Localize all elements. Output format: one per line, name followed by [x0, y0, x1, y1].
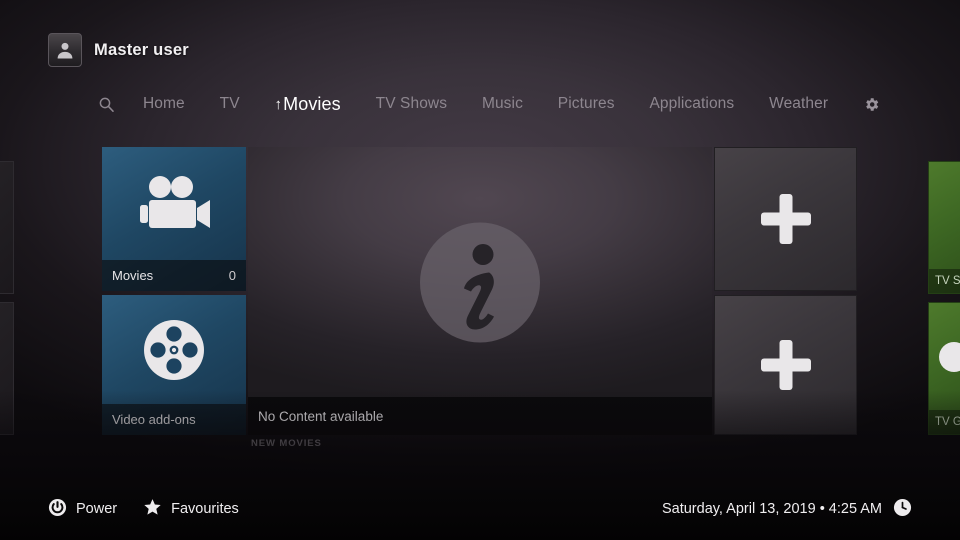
bottom-bar-right: Saturday, April 13, 2019 • 4:25 AM	[662, 498, 912, 521]
movie-camera-icon	[102, 147, 246, 260]
datetime-label: Saturday, April 13, 2019 • 4:25 AM	[661, 501, 882, 517]
nav-item-home[interactable]: Home	[143, 96, 185, 112]
star-icon	[143, 498, 162, 521]
username-label: Master user	[94, 40, 189, 59]
tile-edge-right-tv-shows-label-bar: TV S	[929, 269, 960, 293]
new-movies-section-label: NEW MOVIES	[251, 438, 322, 449]
plus-icon	[715, 296, 856, 434]
search-icon[interactable]	[98, 96, 115, 113]
nav-item-applications[interactable]: Applications	[649, 96, 734, 112]
power-icon	[48, 498, 67, 521]
tile-add-source-top[interactable]	[714, 147, 857, 291]
power-label: Power	[76, 501, 118, 517]
tile-edge-right-tv-guide[interactable]: TV G	[928, 302, 960, 435]
nav-item-pictures[interactable]: Pictures	[558, 96, 615, 112]
nav-item-tv[interactable]: TV	[220, 96, 240, 112]
info-panel-status-bar: No Content available	[248, 397, 712, 435]
nav-item-movies[interactable]: ↑ Movies	[275, 95, 341, 113]
user-bar: Master user	[48, 33, 189, 67]
tile-movies[interactable]: Movies 0	[102, 147, 246, 291]
tile-edge-left-top[interactable]	[0, 161, 14, 294]
tile-edge-right-tv-shows-label: TV S	[935, 275, 960, 287]
bottom-bar: Power Favourites Saturday, April 13, 201…	[0, 478, 960, 540]
gear-icon[interactable]	[863, 96, 880, 113]
main-navigation: Home TV ↑ Movies TV Shows Music Pictures …	[98, 88, 880, 120]
favourites-button[interactable]: Favourites	[143, 498, 239, 521]
up-arrow-icon: ↑	[274, 96, 283, 113]
tile-edge-right-tv-guide-label-bar: TV G	[929, 410, 960, 434]
clock-icon[interactable]	[893, 498, 912, 521]
nav-item-tv-shows[interactable]: TV Shows	[376, 96, 447, 112]
nav-item-music[interactable]: Music	[482, 96, 523, 112]
info-panel-status-text: No Content available	[258, 408, 384, 424]
tile-edge-right-tv-guide-label: TV G	[935, 416, 960, 428]
tile-add-source-bottom[interactable]	[714, 295, 857, 435]
favourites-label: Favourites	[171, 501, 239, 517]
kodi-home-screen: Master user Home TV ↑ Movies TV Shows Mus…	[0, 0, 960, 540]
tile-video-addons-label: Video add-ons	[112, 412, 196, 427]
info-panel[interactable]: No Content available	[248, 147, 712, 435]
nav-item-weather[interactable]: Weather	[769, 96, 828, 112]
tile-movies-count: 0	[228, 268, 236, 283]
nav-item-movies-label: Movies	[283, 94, 341, 114]
user-avatar-icon[interactable]	[48, 33, 82, 67]
tile-video-addons[interactable]: Video add-ons	[102, 295, 246, 435]
bottom-bar-left: Power Favourites	[48, 498, 239, 521]
plus-icon	[715, 148, 856, 290]
info-circle-icon	[416, 219, 544, 352]
content-grid: Movies 0 Video add-ons No Content availa…	[0, 147, 960, 435]
tv-guide-icon	[929, 303, 960, 410]
tile-edge-left-bottom[interactable]	[0, 302, 14, 435]
tile-movies-label: Movies	[112, 268, 154, 283]
power-button[interactable]: Power	[48, 498, 117, 521]
tile-edge-right-tv-shows[interactable]: TV S	[928, 161, 960, 294]
tile-movies-label-bar: Movies 0	[102, 260, 246, 291]
tile-video-addons-label-bar: Video add-ons	[102, 404, 246, 435]
film-reel-icon	[102, 295, 246, 404]
